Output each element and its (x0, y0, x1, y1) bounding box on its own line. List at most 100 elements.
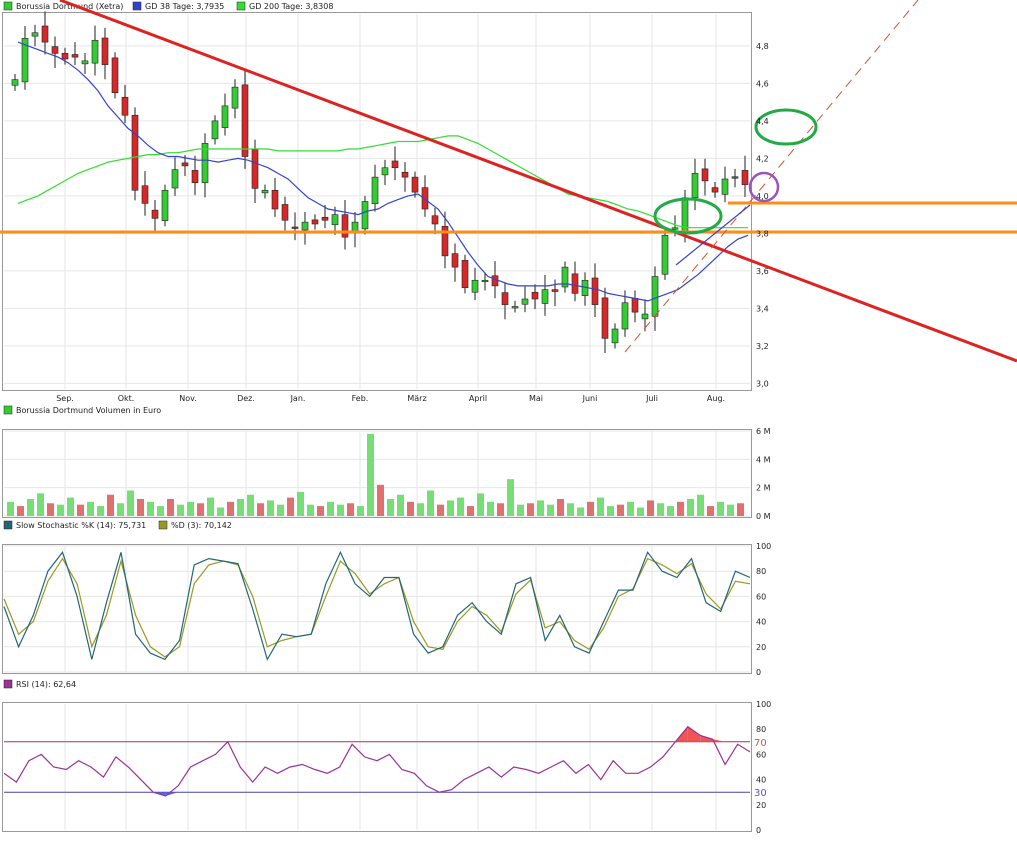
stoch-panel (2, 544, 752, 674)
candle-body (741, 170, 749, 185)
volume-bar (247, 494, 254, 516)
candle-body (411, 176, 419, 193)
candle-body (231, 86, 239, 109)
candle-body (701, 168, 709, 182)
rsi-y-tick: 80 (756, 725, 766, 734)
x-tick-label: Nov. (179, 394, 197, 403)
candle-body (471, 279, 479, 293)
volume-bar (447, 500, 454, 516)
candle-body (521, 298, 529, 305)
volume-bar (167, 499, 174, 516)
volume-bars-layer (7, 433, 744, 516)
volume-bar (517, 504, 524, 516)
candle-body (11, 79, 19, 86)
rsi-reference-label: 70 (754, 738, 767, 749)
rsi-line (3, 725, 751, 797)
candle-body (461, 260, 469, 289)
volume-bar (657, 503, 664, 516)
candle-body (141, 185, 149, 204)
candle-body (611, 328, 619, 344)
grid-layer (4, 14, 750, 830)
volume-y-tick: 2 M (756, 484, 771, 493)
price-y-tick: 3,2 (756, 342, 769, 351)
price-y-tick: 4,2 (756, 154, 769, 163)
candle-body (641, 313, 649, 320)
annotation-layer (0, 0, 1017, 363)
volume-y-tick: 6 M (756, 427, 771, 436)
candle-body (721, 178, 729, 195)
stoch-k-legend-swatch (3, 520, 13, 530)
volume-bar (37, 493, 44, 516)
price-y-tick: 4,8 (756, 42, 769, 51)
candle-body (371, 176, 379, 205)
volume-bar (727, 504, 734, 516)
volume-bar (537, 500, 544, 516)
candle-body (101, 37, 109, 65)
volume-bar (617, 504, 624, 516)
x-tick-label: Jan. (290, 394, 306, 403)
candle-body (221, 105, 229, 128)
candle-body (731, 176, 739, 179)
candle-body (541, 289, 549, 304)
rsi-legend: RSI (14): 62,64 (3, 679, 76, 689)
gd200-legend-label: GD 200 Tage: 3,8308 (249, 2, 333, 11)
candle-body (161, 189, 169, 221)
price-legend-swatch (3, 1, 13, 11)
price-y-tick: 4,4 (756, 117, 769, 126)
gd38-legend-swatch (132, 1, 142, 11)
candle-body (291, 226, 299, 229)
rsi-legend-swatch (3, 679, 13, 689)
candle-body (531, 291, 539, 300)
candle-body (601, 297, 609, 339)
volume-bar (177, 504, 184, 516)
volume-bar (647, 500, 654, 516)
candle-body (381, 167, 389, 176)
volume-bar (437, 504, 444, 516)
x-tick-label: Juli (645, 394, 658, 403)
volume-bar (607, 506, 614, 516)
volume-bar (127, 490, 134, 516)
candle-body (181, 162, 189, 167)
candle-body (361, 201, 369, 230)
candle-body (241, 84, 249, 157)
chart-canvas: Borussia Dortmund (Xetra) GD 38 Tage: 3,… (0, 0, 1017, 835)
x-tick-label: Okt. (118, 394, 135, 403)
stoch-y-tick: 80 (756, 567, 766, 576)
volume-bar (547, 504, 554, 516)
volume-bar (677, 501, 684, 516)
volume-bar (157, 506, 164, 516)
price-legend: Borussia Dortmund (Xetra) GD 38 Tage: 3,… (3, 1, 333, 11)
rsi-y-tick: 40 (756, 776, 766, 785)
volume-bar (107, 494, 114, 516)
candle-body (91, 39, 99, 64)
volume-bar (597, 497, 604, 516)
volume-bar (137, 499, 144, 516)
volume-bar (487, 501, 494, 516)
volume-bar (557, 499, 564, 516)
price-y-tick: 3,8 (756, 229, 769, 238)
volume-bar (87, 501, 94, 516)
stoch-k-line (3, 550, 751, 661)
stoch-y-tick: 0 (756, 668, 761, 677)
volume-bar (287, 497, 294, 516)
volume-bar (197, 503, 204, 516)
candle-body (661, 234, 669, 275)
price-y-tick: 4,6 (756, 79, 769, 88)
candle-body (81, 60, 89, 65)
volume-bar (357, 506, 364, 516)
x-tick-label: Juni (582, 394, 598, 403)
gd200-line (17, 135, 748, 229)
candle-body (151, 209, 159, 219)
volume-bar (687, 499, 694, 516)
stoch-d-line (3, 557, 751, 658)
rsi-y-tick: 60 (756, 750, 766, 759)
volume-bar (737, 503, 744, 516)
candle-body (121, 96, 129, 116)
volume-bar (117, 503, 124, 516)
volume-bar (217, 507, 224, 516)
volume-bar (7, 501, 14, 516)
stoch-legend: Slow Stochastic %K (14): 75,731 %D (3): … (3, 520, 232, 530)
x-tick-label: Aug. (707, 394, 725, 403)
stoch-d-legend-swatch (158, 520, 168, 530)
candle-body (111, 57, 119, 94)
